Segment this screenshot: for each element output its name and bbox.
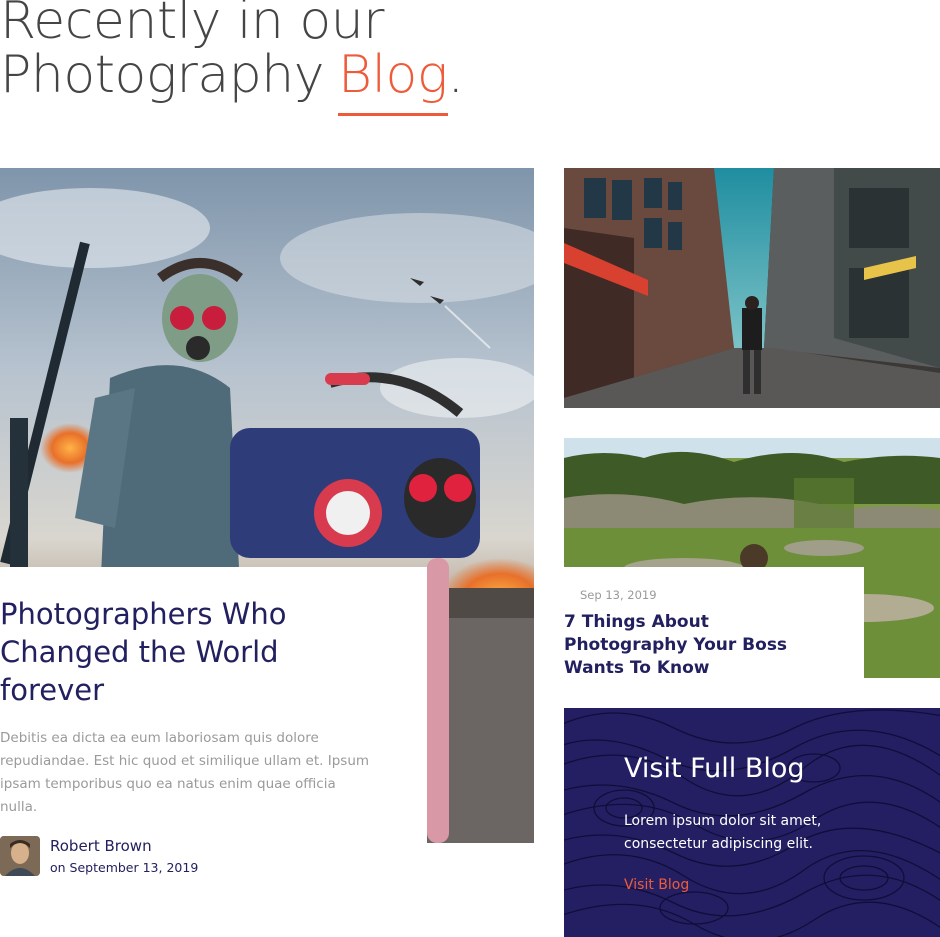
section-title-line2: Photography (0, 45, 325, 105)
visit-blog-text: Lorem ipsum dolor sit amet, consectetur … (624, 813, 822, 852)
side-post-date: Sep 13, 2019 (580, 588, 657, 602)
street-illustration (564, 168, 940, 408)
visit-blog-link[interactable]: Visit Blog (624, 875, 689, 895)
section-title-accent: Blog (338, 45, 448, 116)
main-post-title[interactable]: Photographers Who Changed the World fore… (0, 595, 360, 709)
street-post-image[interactable] (564, 168, 940, 408)
author-block: Robert Brown on September 13, 2019 (0, 835, 427, 877)
section-title: Recently in our Photography Blog. (0, 0, 465, 116)
section-title-line1: Recently in our (0, 0, 385, 51)
post-date: on September 13, 2019 (50, 860, 199, 875)
avatar-icon (0, 836, 40, 876)
visit-blog-panel: Visit Full Blog Lorem ipsum dolor sit am… (564, 708, 940, 937)
main-post-card: Photographers Who Changed the World fore… (0, 567, 427, 937)
side-post-card: Sep 13, 2019 7 Things About Photography … (564, 567, 864, 678)
visit-blog-title: Visit Full Blog (624, 753, 805, 784)
author-name[interactable]: Robert Brown (50, 835, 198, 857)
side-post-title[interactable]: 7 Things About Photography Your Boss Wan… (564, 611, 824, 680)
section-title-dot: . (447, 45, 465, 105)
main-post-excerpt: Debitis ea dicta ea eum laboriosam quis … (0, 730, 370, 815)
author-avatar[interactable] (0, 836, 40, 876)
